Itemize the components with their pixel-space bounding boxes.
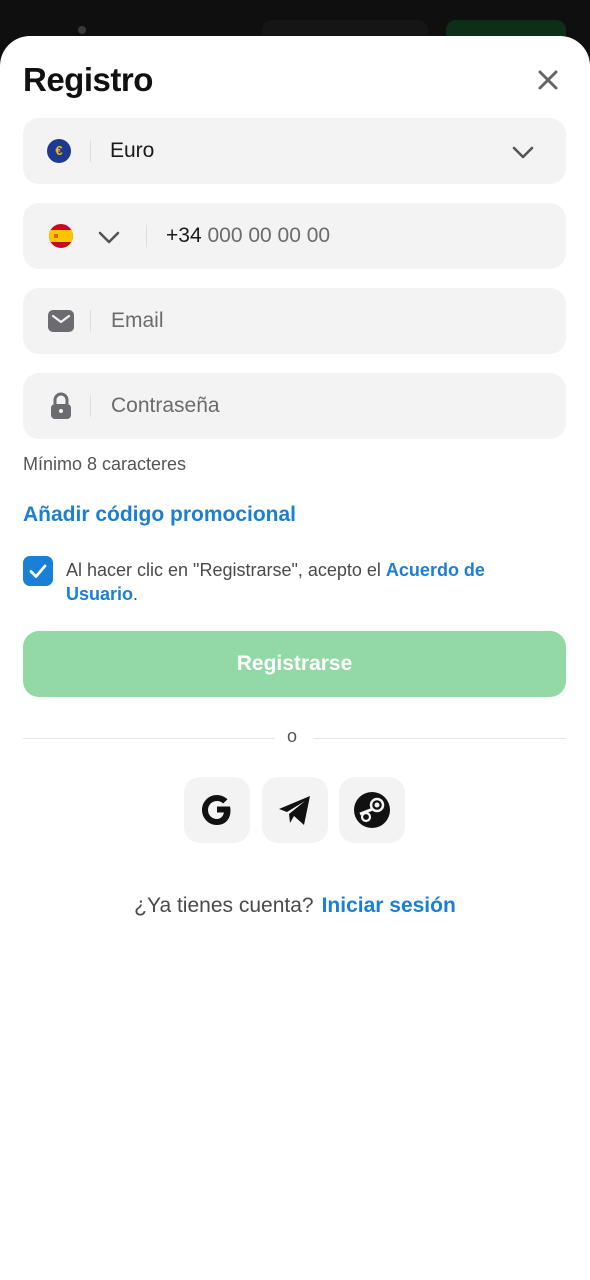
phone-field[interactable]: +34 000 00 00 00: [23, 203, 566, 269]
close-icon[interactable]: [530, 62, 566, 98]
telegram-icon: [279, 796, 310, 825]
password-field[interactable]: Contraseña: [23, 373, 566, 439]
steam-login-button[interactable]: [339, 777, 405, 843]
terms-text-after: .: [133, 584, 139, 604]
chevron-down-icon: [512, 146, 534, 159]
login-link[interactable]: Iniciar sesión: [322, 894, 456, 917]
phone-placeholder: 000 00 00 00: [207, 224, 331, 247]
checkmark-icon: [29, 564, 47, 578]
field-separator: [90, 395, 91, 417]
field-separator: [90, 140, 91, 162]
terms-text-before: Al hacer clic en "Registrarse", acepto e…: [66, 560, 386, 580]
background-dot: [78, 26, 86, 34]
divider-line-left: [23, 738, 275, 739]
field-separator: [146, 225, 147, 247]
email-field[interactable]: Email: [23, 288, 566, 354]
telegram-login-button[interactable]: [262, 777, 328, 843]
chevron-down-icon[interactable]: [97, 225, 121, 249]
country-code: +34: [166, 224, 202, 247]
email-input[interactable]: Email: [111, 309, 164, 333]
lock-icon: [51, 392, 71, 419]
spain-flag-icon[interactable]: [49, 224, 73, 248]
steam-icon: [354, 792, 390, 828]
registration-sheet: Registro € Euro +34 000 00 00 00 Email C…: [0, 36, 590, 1280]
currency-select[interactable]: € Euro: [23, 118, 566, 184]
google-login-button[interactable]: [184, 777, 250, 843]
divider-line-right: [313, 738, 566, 739]
envelope-icon: [48, 310, 74, 332]
register-button[interactable]: Registrarse: [23, 631, 566, 697]
google-icon: [202, 795, 231, 825]
modal-title: Registro: [23, 61, 153, 98]
login-prompt: ¿Ya tienes cuenta? Iniciar sesión: [0, 894, 590, 918]
euro-icon: €: [47, 139, 71, 163]
login-question: ¿Ya tienes cuenta?: [134, 894, 314, 917]
currency-value: Euro: [110, 139, 155, 162]
field-separator: [90, 310, 91, 332]
password-input[interactable]: Contraseña: [111, 394, 220, 418]
terms-text: Al hacer clic en "Registrarse", acepto e…: [66, 558, 546, 606]
add-promo-code-link[interactable]: Añadir código promocional: [23, 503, 296, 527]
divider-text: o: [287, 726, 298, 746]
password-hint: Mínimo 8 caracteres: [23, 454, 187, 474]
phone-input[interactable]: +34 000 00 00 00: [166, 224, 330, 248]
terms-checkbox[interactable]: [23, 556, 53, 586]
